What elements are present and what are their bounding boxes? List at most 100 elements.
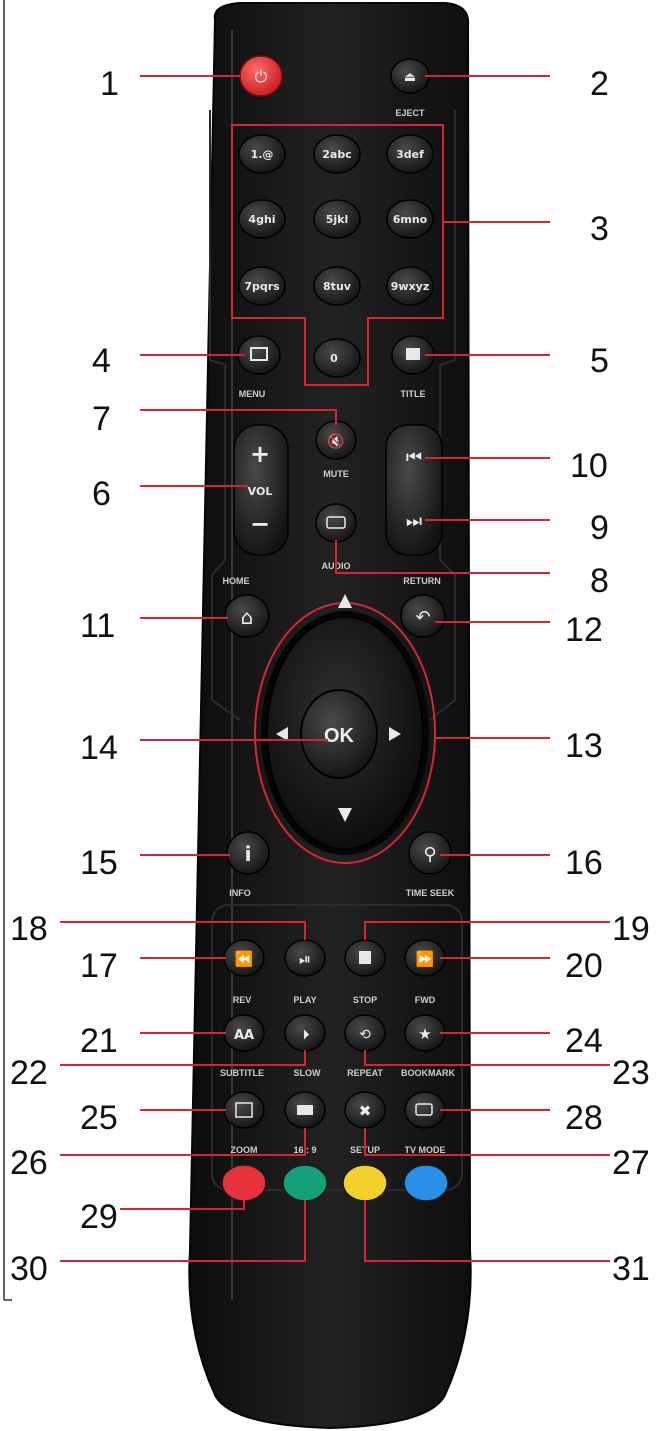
slow-motion-icon: ⏵ — [303, 1027, 310, 1043]
numeric-key-9-label: 9wxyz — [391, 280, 429, 293]
callout-number-7: 7 — [92, 400, 111, 438]
numeric-key-7[interactable]: 7pqrs — [238, 266, 286, 306]
time-seek-label: TIME SEEK — [406, 888, 455, 898]
eject-label: EJECT — [395, 108, 425, 118]
play-button[interactable]: ⏯ — [284, 939, 326, 977]
callout-number-5: 5 — [590, 342, 609, 380]
numeric-key-8-label: 8tuv — [323, 280, 352, 293]
bookmark-label: BOOKMARK — [401, 1068, 455, 1078]
setup-button[interactable]: ✖ — [344, 1091, 386, 1129]
numeric-key-9[interactable]: 9wxyz — [386, 266, 434, 306]
color-key-yellow[interactable] — [342, 1164, 388, 1202]
play-label: PLAY — [293, 995, 316, 1005]
info-button[interactable]: i — [226, 831, 270, 875]
volume-rocker[interactable]: + VOL − — [233, 424, 289, 556]
bookmark-button[interactable]: ★ — [404, 1014, 446, 1052]
volume-up-icon: + — [250, 440, 270, 468]
subtitle-button[interactable]: AA — [223, 1014, 265, 1052]
power-icon: ⏻ — [255, 67, 268, 86]
return-label: RETURN — [403, 576, 441, 586]
callout-number-16: 16 — [565, 844, 603, 882]
home-label: HOME — [223, 576, 250, 586]
zoom-label: ZOOM — [231, 1145, 258, 1155]
callout-number-14: 14 — [80, 729, 118, 767]
info-label: INFO — [229, 888, 251, 898]
color-key-blue[interactable] — [403, 1164, 449, 1202]
numeric-key-5[interactable]: 5jkl — [313, 199, 361, 239]
slow-button[interactable]: ⏵ — [284, 1014, 326, 1052]
fwd-label: FWD — [415, 995, 436, 1005]
power-button[interactable]: ⏻ — [239, 55, 283, 97]
eject-button[interactable]: ⏏ — [390, 58, 430, 94]
subtitle-icon: AA — [234, 1028, 254, 1043]
mute-button[interactable]: 🔇 — [315, 420, 357, 460]
color-key-green[interactable] — [282, 1164, 328, 1202]
callout-number-31: 31 — [612, 1250, 650, 1288]
callout-number-30: 30 — [10, 1250, 48, 1288]
callout-number-9: 9 — [590, 509, 609, 547]
magnifier-icon: ⚲ — [423, 844, 436, 865]
tools-icon: ✖ — [359, 1102, 372, 1120]
numeric-key-3[interactable]: 3def — [386, 134, 434, 174]
callout-number-11: 11 — [80, 607, 115, 645]
menu-label: MENU — [239, 389, 266, 399]
tv-mode-button[interactable] — [404, 1091, 446, 1129]
callout-number-10: 10 — [570, 447, 608, 485]
numeric-key-4-label: 4ghi — [248, 213, 275, 226]
stop-label: STOP — [353, 995, 377, 1005]
rev-label: REV — [233, 995, 252, 1005]
ok-button[interactable]: OK — [300, 689, 378, 779]
callout-number-19: 19 — [612, 910, 650, 948]
repeat-button[interactable]: ⟲ — [344, 1014, 386, 1052]
return-button[interactable]: ↶ — [400, 594, 446, 638]
repeat-icon: ⟲ — [359, 1027, 371, 1043]
numeric-key-6[interactable]: 6mno — [386, 199, 434, 239]
fast-forward-icon: ⏩ — [416, 950, 435, 968]
rewind-icon: ⏪ — [235, 950, 254, 968]
info-icon: i — [245, 842, 252, 866]
stop-button[interactable] — [344, 939, 386, 977]
numeric-key-8[interactable]: 8tuv — [313, 266, 361, 306]
fwd-button[interactable]: ⏩ — [404, 939, 446, 977]
numeric-key-2[interactable]: 2abc — [313, 134, 361, 174]
tv-mode-label: TV MODE — [404, 1145, 445, 1155]
callout-number-1: 1 — [100, 65, 119, 103]
numeric-key-3-label: 3def — [396, 148, 424, 161]
numeric-key-6-label: 6mno — [393, 213, 428, 226]
rev-button[interactable]: ⏪ — [223, 939, 265, 977]
callout-number-15: 15 — [80, 844, 118, 882]
return-icon: ↶ — [415, 607, 430, 628]
callout-number-8: 8 — [590, 562, 609, 600]
home-button[interactable]: ⌂ — [224, 594, 270, 638]
color-key-red[interactable] — [221, 1164, 267, 1202]
numeric-key-2-label: 2abc — [322, 148, 351, 161]
numeric-key-0[interactable]: 0 — [313, 338, 361, 378]
zoom-button[interactable] — [223, 1091, 265, 1129]
audio-button[interactable] — [315, 503, 357, 543]
subtitle-label: SUBTITLE — [220, 1068, 264, 1078]
time-seek-button[interactable]: ⚲ — [408, 831, 452, 875]
numeric-key-4[interactable]: 4ghi — [238, 199, 286, 239]
callout-number-18: 18 — [10, 910, 48, 948]
callout-number-28: 28 — [565, 1099, 603, 1137]
callout-number-3: 3 — [590, 210, 609, 248]
callout-number-17: 17 — [80, 947, 118, 985]
callout-number-13: 13 — [565, 727, 603, 765]
numeric-key-1[interactable]: 1.@ — [238, 134, 286, 174]
repeat-label: REPEAT — [347, 1068, 383, 1078]
callout-number-27: 27 — [612, 1144, 650, 1182]
aspect-icon — [297, 1105, 313, 1115]
title-icon — [406, 348, 420, 360]
play-pause-icon: ⏯ — [299, 950, 311, 968]
numeric-key-7-label: 7pqrs — [244, 280, 280, 293]
callout-number-20: 20 — [565, 947, 603, 985]
next-track-icon: ⏭ — [406, 511, 422, 532]
stop-icon — [359, 951, 371, 964]
skip-rocker[interactable]: ⏮ ⏭ — [385, 424, 443, 556]
mute-icon: 🔇 — [327, 433, 344, 450]
callout-number-25: 25 — [80, 1099, 118, 1137]
mute-label: MUTE — [323, 469, 349, 479]
eject-icon: ⏏ — [404, 70, 416, 85]
aspect-button[interactable] — [284, 1091, 326, 1129]
previous-track-icon: ⏮ — [406, 447, 422, 468]
